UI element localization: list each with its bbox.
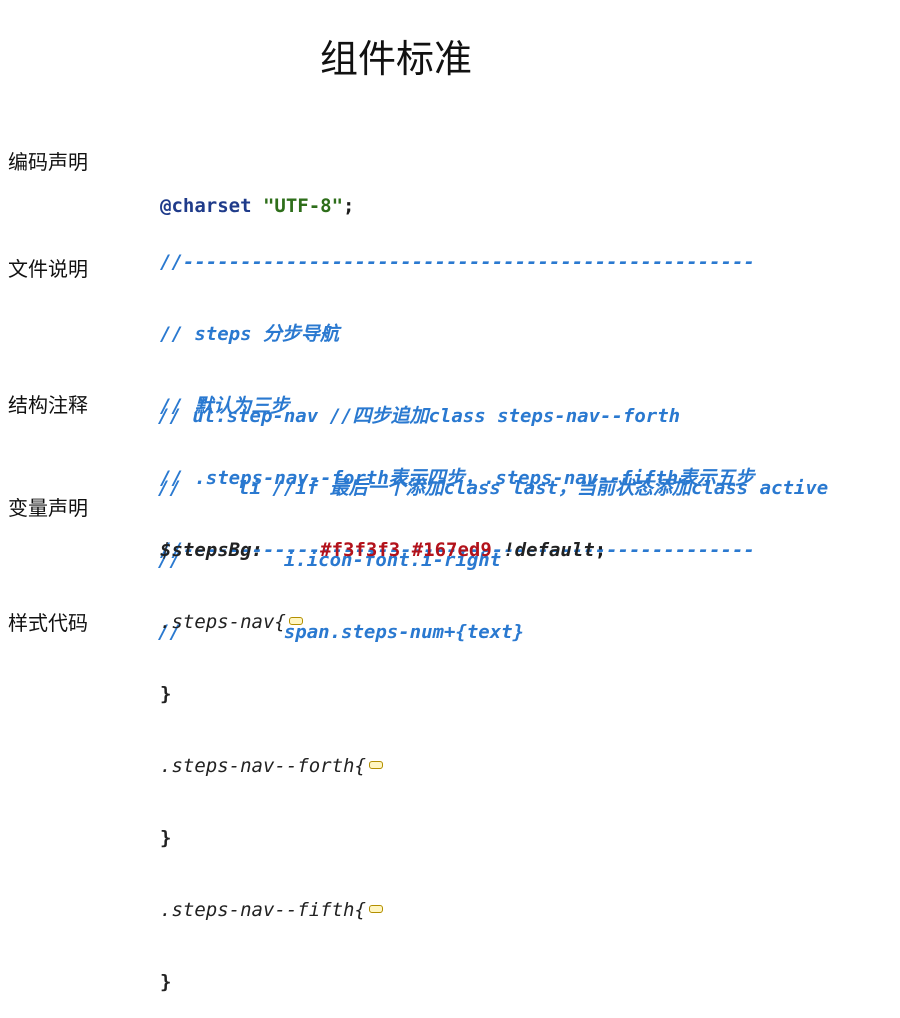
style-close-brace: }	[160, 971, 172, 993]
variable-color-1: #f3f3f3	[320, 539, 401, 561]
file-comment-line: // steps 分步导航	[160, 323, 339, 345]
folded-code-icon[interactable]	[288, 616, 303, 625]
folded-code-icon[interactable]	[368, 760, 383, 769]
code-style: .steps-nav{ } .steps-nav--forth{ } .step…	[160, 562, 383, 1018]
page-title: 组件标准	[319, 37, 472, 81]
file-comment-line: //--------------------------------------…	[160, 251, 755, 273]
style-selector: .steps-nav--forth{	[160, 755, 366, 777]
style-close-brace: }	[160, 827, 172, 849]
label-file: 文件说明	[8, 257, 88, 281]
structure-comment-line: // ul.step-nav //四步追加class steps-nav--fo…	[158, 405, 681, 427]
folded-code-icon[interactable]	[368, 904, 383, 913]
label-style: 样式代码	[8, 611, 88, 635]
variable-semicolon: ;	[594, 539, 607, 561]
style-close-brace: }	[160, 683, 172, 705]
variable-default-flag: !default	[503, 539, 595, 561]
variable-name: $stepsBg:	[160, 539, 263, 561]
label-variables: 变量声明	[8, 496, 88, 520]
variable-color-2: #167ed9	[411, 539, 492, 561]
label-structure: 结构注释	[8, 393, 88, 417]
style-selector: .steps-nav{	[160, 611, 286, 633]
style-selector: .steps-nav--fifth{	[160, 899, 366, 921]
label-encoding: 编码声明	[8, 150, 88, 174]
